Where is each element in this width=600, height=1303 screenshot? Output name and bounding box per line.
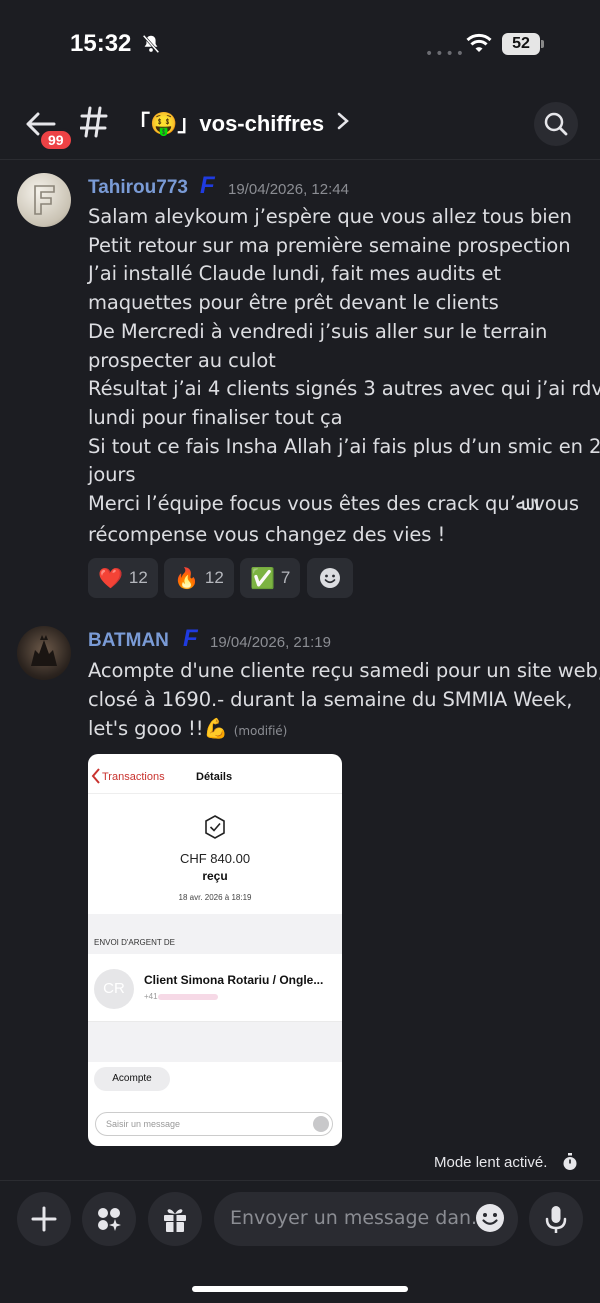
message-line: De Mercredi à vendredi j’suis aller sur …: [88, 320, 548, 343]
message-line: Acompte d'une cliente reçu samedi pour u…: [88, 659, 600, 682]
channel-name[interactable]: 「🤑」vos-chiffres: [128, 106, 324, 138]
att-contact-avatar: CR: [94, 969, 134, 1009]
reaction-check[interactable]: ✅ 7: [240, 558, 300, 598]
message-text: let's gooo !!💪: [88, 717, 228, 740]
att-contact-phone: +41: [144, 992, 158, 1001]
channel-header: 99 「🤑」vos-chiffres: [0, 92, 600, 160]
message-line: J’ai installé Claude lundi, fait mes aud…: [88, 262, 501, 285]
battery-level: 52: [502, 33, 540, 55]
search-icon: [544, 112, 568, 136]
unread-badge: 99: [38, 128, 74, 152]
message-line: maquettes pour être prêt devant le clien…: [88, 291, 499, 314]
author-name[interactable]: BATMAN: [88, 630, 169, 652]
author-name[interactable]: Tahirou773: [88, 177, 188, 199]
emoji-icon[interactable]: [474, 1202, 506, 1234]
att-input: Saisir un message: [95, 1112, 333, 1136]
voice-message-button[interactable]: [529, 1192, 583, 1246]
message-line: jours: [88, 463, 136, 486]
wifi-icon: [466, 33, 492, 52]
smiley-icon: [320, 568, 340, 588]
att-section-label: ENVOI D'ARGENT DE: [94, 938, 175, 947]
add-attachment-button[interactable]: [17, 1192, 71, 1246]
avatar-batman-icon: [31, 635, 57, 666]
message-timestamp: 19/04/2026, 21:19: [210, 634, 331, 651]
avatar[interactable]: [17, 626, 71, 680]
home-indicator: [192, 1286, 408, 1292]
role-badge-icon: F: [183, 625, 198, 652]
apps-icon: [98, 1208, 121, 1231]
edited-label: (modifié): [233, 724, 288, 738]
stopwatch-icon: [563, 1153, 577, 1170]
att-title: Détails: [196, 771, 233, 783]
heart-emoji-icon: ❤️: [98, 566, 123, 590]
message-line: Merci l’équipe focus vous êtes des crack…: [88, 492, 579, 515]
reaction-count: 12: [204, 568, 224, 587]
att-redacted: [158, 994, 218, 1000]
hashtag-icon: [80, 106, 108, 138]
chevron-right-icon[interactable]: [336, 111, 350, 131]
message-line: récompense vous changez des vies !: [88, 523, 446, 546]
message-timestamp: 19/04/2026, 12:44: [228, 181, 349, 198]
check-shield-icon: [205, 815, 225, 839]
plus-icon: [31, 1206, 57, 1232]
message-input-placeholder: Envoyer un message dan..: [230, 1207, 484, 1229]
image-attachment[interactable]: Transactions Détails CHF 840.00 reçu 18 …: [88, 754, 342, 1146]
att-back-label: Transactions: [102, 771, 165, 783]
apps-button[interactable]: [82, 1192, 136, 1246]
message-line: Résultat j’ai 4 clients signés 3 autres …: [88, 377, 600, 400]
att-send-icon: [313, 1116, 329, 1132]
slowmode-label: Mode lent activé.: [434, 1154, 548, 1171]
message-line: Petit retour sur ma première semaine pro…: [88, 234, 571, 257]
gift-icon: [164, 1209, 186, 1232]
att-chip: Acompte: [94, 1067, 170, 1091]
message-line-last: let's gooo !!💪 (modifié): [88, 717, 287, 740]
att-date: 18 avr. 2026 à 18:19: [178, 893, 252, 902]
avatar[interactable]: [17, 173, 71, 227]
status-time: 15:32: [70, 30, 132, 57]
check-emoji-icon: ✅: [250, 566, 275, 590]
status-bar: 15:32 •••• 52: [0, 0, 600, 90]
signal-icon: ••••: [425, 46, 467, 62]
reaction-count: 12: [128, 568, 148, 587]
microphone-icon: [545, 1206, 567, 1233]
search-button[interactable]: [534, 102, 578, 146]
battery-icon: 52: [502, 33, 544, 55]
att-status: reçu: [202, 869, 228, 883]
reaction-heart[interactable]: ❤️ 12: [88, 558, 158, 598]
message-line: prospecter au culot: [88, 349, 276, 372]
message-input[interactable]: Envoyer un message dan..: [214, 1192, 518, 1246]
gift-button[interactable]: [148, 1192, 202, 1246]
att-contact-name: Client Simona Rotariu / Ongle...: [144, 973, 324, 987]
message-line: Si tout ce fais Insha Allah j’ai fais pl…: [88, 435, 600, 458]
att-amount: CHF 840.00: [179, 851, 251, 866]
role-badge-icon: F: [200, 172, 215, 199]
message-line: closé à 1690.- durant la semaine du SMMI…: [88, 688, 573, 711]
reaction-fire[interactable]: 🔥 12: [164, 558, 234, 598]
avatar-logo-icon: [34, 185, 55, 215]
message-line: Salam aleykoum j’espère que vous allez t…: [88, 205, 572, 228]
reaction-count: 7: [280, 568, 291, 587]
add-reaction-button[interactable]: [307, 558, 353, 598]
bell-off-icon: [142, 34, 160, 54]
chevron-left-icon: [91, 768, 100, 784]
message-line: lundi pour finaliser tout ça: [88, 406, 343, 429]
fire-emoji-icon: 🔥: [174, 566, 199, 590]
